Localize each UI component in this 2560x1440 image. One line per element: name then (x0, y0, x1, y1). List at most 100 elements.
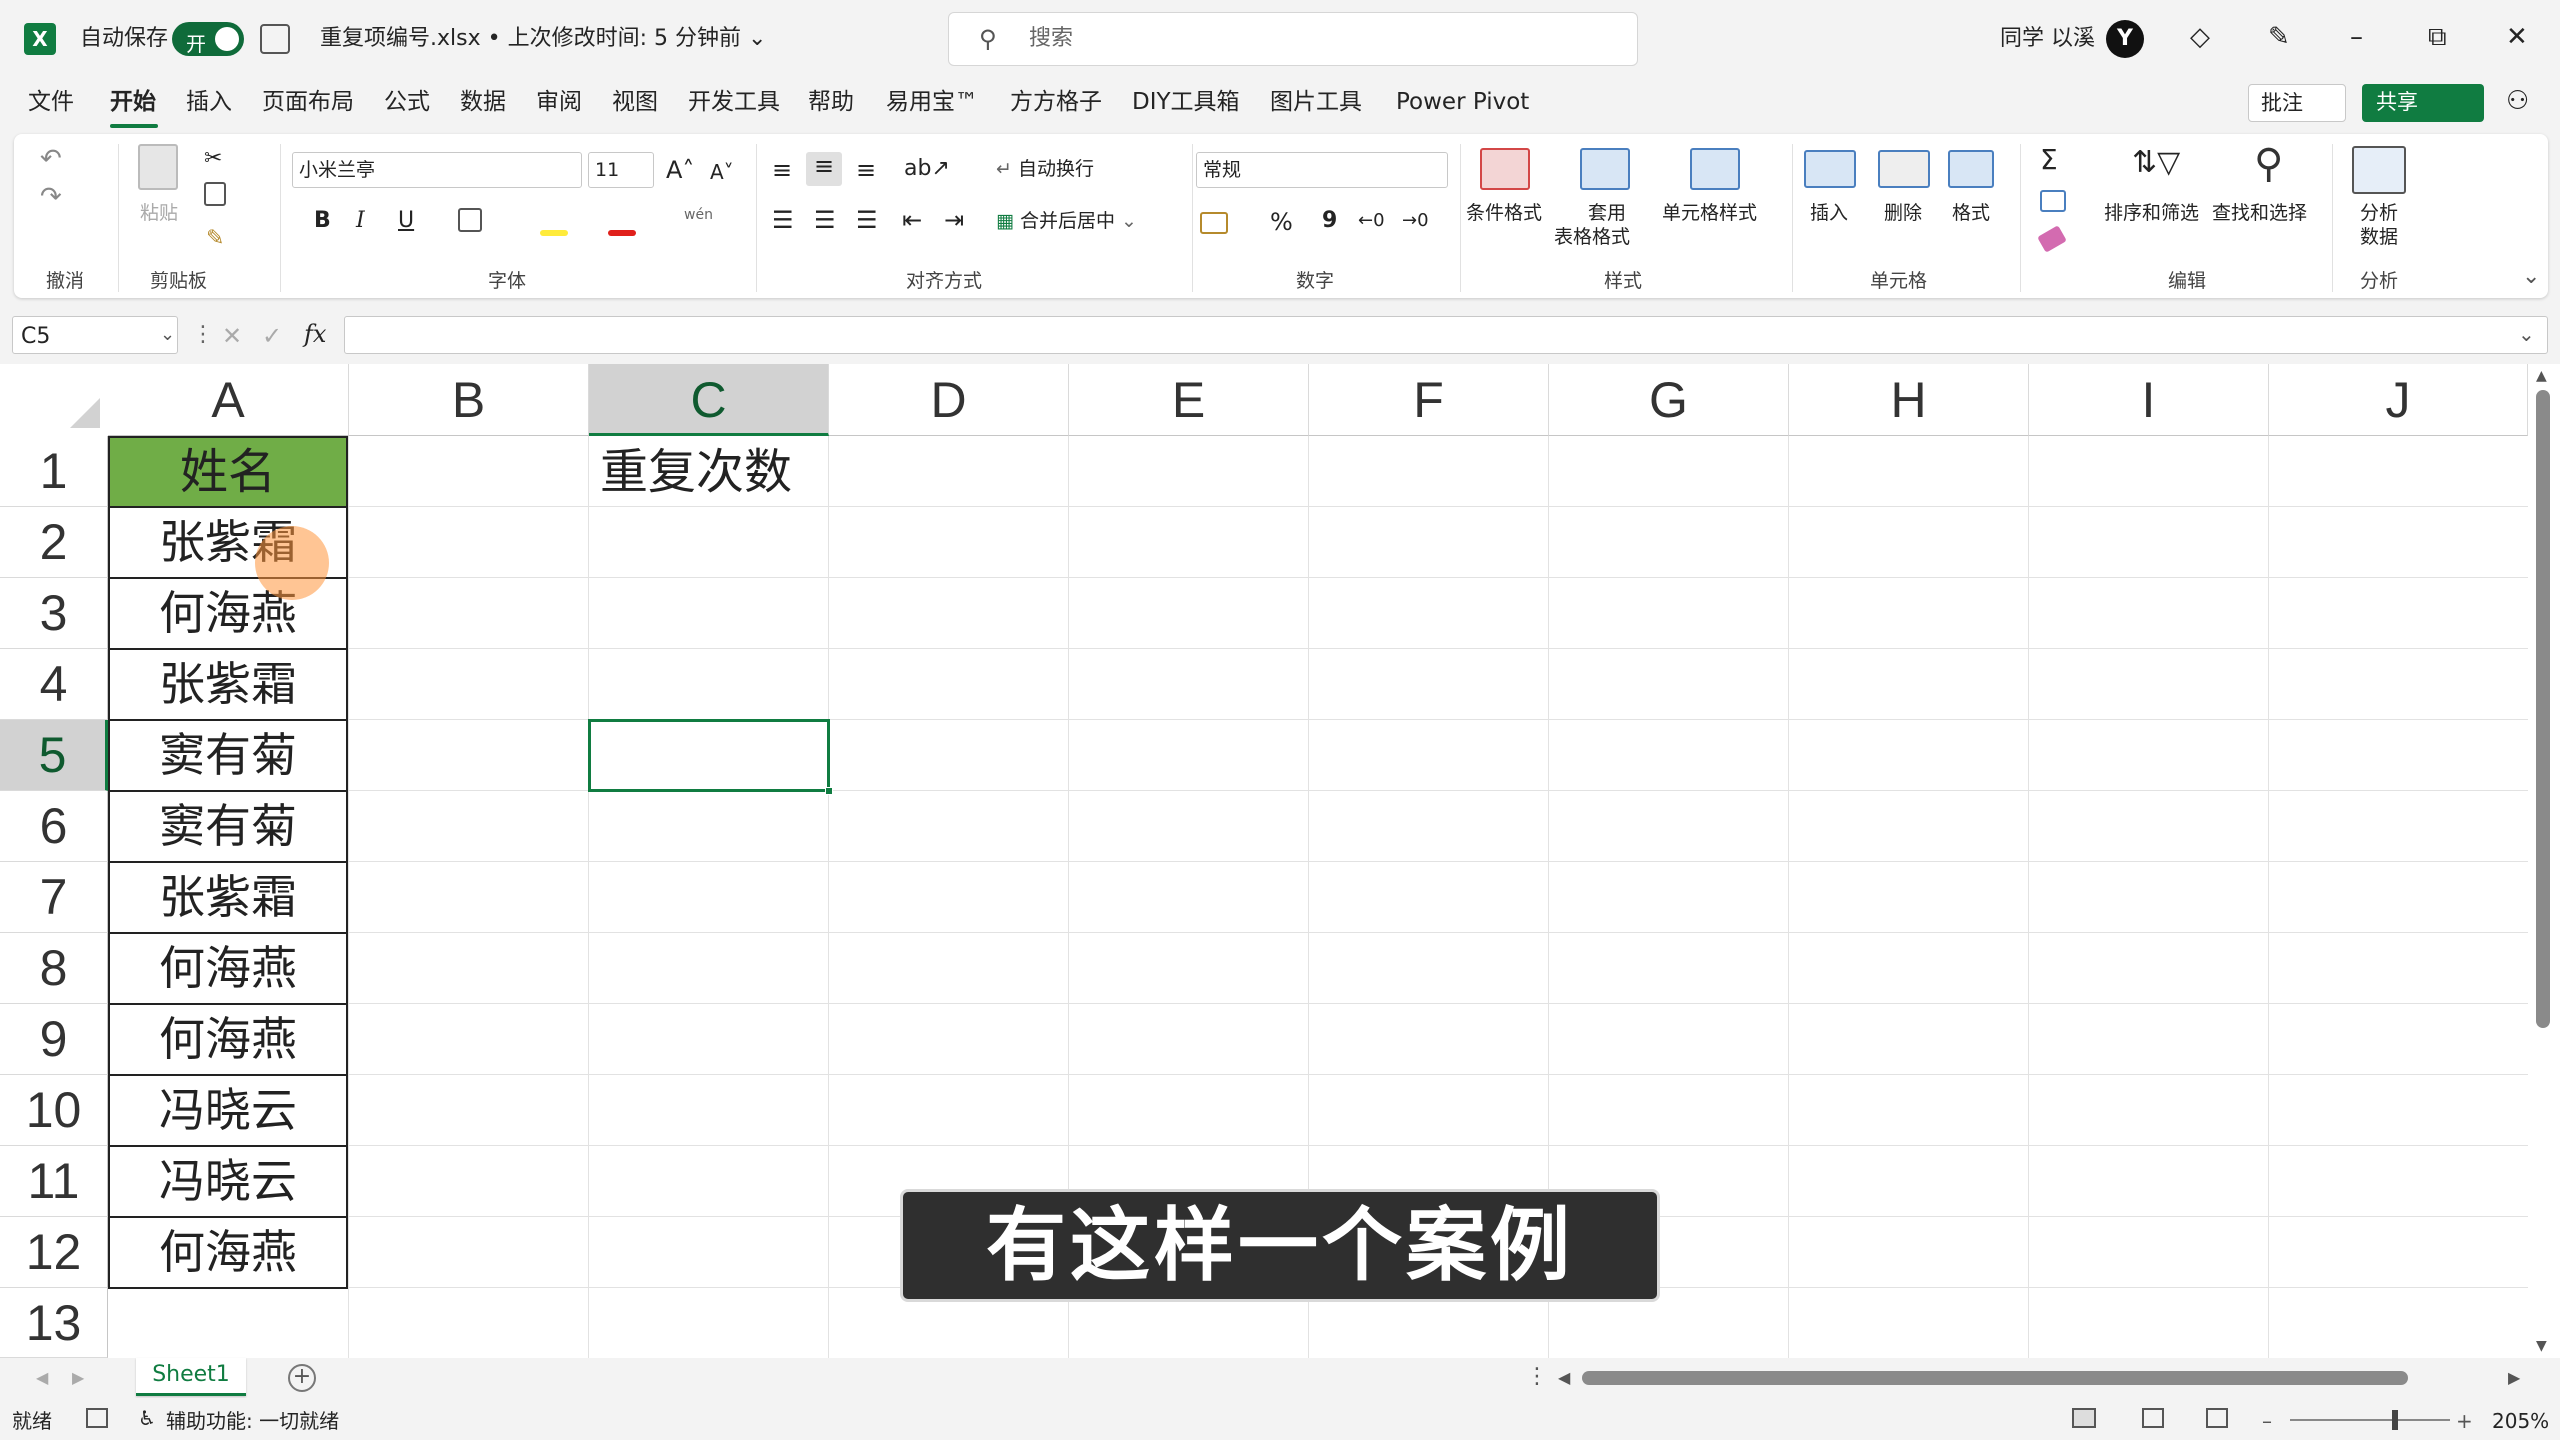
sheet-tab-sheet1[interactable]: Sheet1 (136, 1358, 246, 1396)
decrease-font-icon[interactable]: A˅ (710, 162, 734, 182)
tab-home[interactable]: 开始 (110, 91, 156, 114)
scroll-right-icon[interactable]: ▶ (2508, 1368, 2520, 1387)
row-header-1[interactable]: 1 (0, 436, 108, 507)
find-select-label[interactable]: 查找和选择 (2212, 204, 2307, 223)
find-icon[interactable]: ⚲ (2254, 144, 2283, 184)
column-header-j[interactable]: J (2269, 364, 2528, 436)
row-header-11[interactable]: 11 (0, 1146, 108, 1217)
avatar[interactable]: Y (2106, 20, 2144, 58)
align-bottom-icon[interactable]: ≡ (856, 156, 876, 184)
tab-split-icon[interactable]: ⋮ (1526, 1364, 1548, 1389)
borders-icon[interactable] (458, 208, 482, 232)
sort-filter-label[interactable]: 排序和筛选 (2104, 204, 2199, 223)
accounting-format-icon[interactable] (1200, 212, 1228, 234)
cell-a9[interactable]: 何海燕 (108, 1005, 348, 1076)
restore-button[interactable]: ⧉ (2428, 24, 2447, 50)
more-icon[interactable]: ⋮ (192, 322, 214, 347)
close-button[interactable]: ✕ (2506, 24, 2528, 50)
comments-button[interactable]: 批注 (2248, 84, 2346, 122)
paste-icon[interactable] (138, 144, 178, 190)
diamond-icon[interactable]: ◇ (2190, 24, 2210, 50)
row-header-9[interactable]: 9 (0, 1004, 108, 1075)
fill-handle[interactable] (825, 787, 833, 795)
increase-indent-icon[interactable]: ⇥ (944, 206, 964, 234)
cell-c1[interactable]: 重复次数 (590, 436, 792, 508)
tab-view[interactable]: 视图 (612, 91, 658, 114)
align-left-icon[interactable]: ☰ (772, 206, 794, 234)
tab-diy-toolbox[interactable]: DIY工具箱 (1132, 91, 1240, 114)
autosum-icon[interactable]: Σ (2040, 146, 2058, 174)
tab-file[interactable]: 文件 (28, 91, 74, 114)
column-header-b[interactable]: B (349, 364, 589, 436)
cell-a4[interactable]: 张紫霜 (108, 650, 348, 721)
page-break-view-icon[interactable] (2206, 1408, 2228, 1428)
add-sheet-button[interactable]: + (288, 1364, 316, 1392)
row-header-8[interactable]: 8 (0, 933, 108, 1004)
font-name-select[interactable]: 小米兰亭 (292, 152, 582, 188)
tab-insert[interactable]: 插入 (186, 91, 232, 114)
tab-power-pivot[interactable]: Power Pivot (1396, 91, 1529, 114)
align-center-icon[interactable]: ☰ (814, 206, 836, 234)
search-box[interactable]: ⚲ 搜索 (948, 12, 1638, 66)
collapse-ribbon-icon[interactable]: ⌄ (2522, 266, 2540, 288)
fill-color-icon[interactable] (540, 230, 568, 236)
row-header-3[interactable]: 3 (0, 578, 108, 649)
cell-a6[interactable]: 窦有菊 (108, 792, 348, 863)
next-sheet-icon[interactable]: ▶ (72, 1368, 84, 1387)
save-icon[interactable] (260, 24, 290, 54)
pen-icon[interactable]: ✎ (2268, 24, 2290, 50)
column-header-g[interactable]: G (1549, 364, 1789, 436)
vertical-scrollbar[interactable]: ▲ ▼ (2528, 364, 2560, 1358)
format-cells-icon[interactable] (1948, 150, 1994, 188)
redo-icon[interactable]: ↷ (40, 182, 62, 212)
enter-icon[interactable]: ✓ (262, 322, 282, 350)
column-header-c[interactable]: C (589, 364, 829, 436)
underline-button[interactable]: U (398, 210, 414, 232)
delete-cells-label[interactable]: 删除 (1884, 204, 1922, 223)
increase-decimal-icon[interactable]: ←0 (1358, 212, 1385, 230)
cell-a8[interactable]: 何海燕 (108, 934, 348, 1005)
conditional-format-icon[interactable] (1480, 148, 1530, 190)
undo-icon[interactable]: ↶ (40, 144, 62, 174)
insert-cells-label[interactable]: 插入 (1810, 204, 1848, 223)
accessibility-status[interactable]: 辅助功能: 一切就绪 (166, 1411, 339, 1431)
tab-data[interactable]: 数据 (460, 91, 506, 114)
clear-icon[interactable] (2037, 225, 2067, 253)
sort-filter-icon[interactable]: ⇅▽ (2132, 148, 2180, 178)
column-header-i[interactable]: I (2029, 364, 2269, 436)
tab-fangfanggezi[interactable]: 方方格子 (1010, 91, 1102, 114)
column-header-h[interactable]: H (1789, 364, 2029, 436)
number-format-select[interactable]: 常规 (1196, 152, 1448, 188)
bold-button[interactable]: B (314, 210, 331, 232)
vertical-scroll-thumb[interactable] (2536, 390, 2550, 1028)
format-painter-icon[interactable]: ✎ (206, 226, 224, 251)
copy-icon[interactable] (204, 182, 226, 206)
tab-help[interactable]: 帮助 (808, 91, 854, 114)
zoom-level[interactable]: 205% (2492, 1411, 2549, 1431)
zoom-out-button[interactable]: – (2262, 1411, 2272, 1431)
row-header-6[interactable]: 6 (0, 791, 108, 862)
normal-view-icon[interactable] (2072, 1408, 2096, 1428)
name-box[interactable]: C5 (12, 316, 178, 354)
scroll-down-icon[interactable]: ▼ (2536, 1338, 2547, 1354)
tab-review[interactable]: 审阅 (536, 91, 582, 114)
font-size-select[interactable]: 11 (588, 152, 654, 188)
macro-record-icon[interactable] (86, 1408, 108, 1428)
align-top-icon[interactable]: ≡ (772, 156, 792, 184)
prev-sheet-icon[interactable]: ◀ (36, 1368, 48, 1387)
row-header-4[interactable]: 4 (0, 649, 108, 720)
zoom-slider[interactable] (2290, 1419, 2450, 1421)
increase-font-icon[interactable]: A˄ (666, 158, 694, 182)
percent-button[interactable]: % (1270, 210, 1293, 234)
delete-cells-icon[interactable] (1878, 150, 1930, 188)
row-header-12[interactable]: 12 (0, 1217, 108, 1288)
row-header-5[interactable]: 5 (0, 720, 108, 791)
tab-developer[interactable]: 开发工具 (688, 91, 780, 114)
formula-input[interactable] (344, 316, 2548, 354)
font-color-icon[interactable] (608, 230, 636, 236)
select-all-button[interactable] (0, 364, 108, 436)
row-header-7[interactable]: 7 (0, 862, 108, 933)
tab-page-layout[interactable]: 页面布局 (262, 91, 354, 114)
cell-a10[interactable]: 冯晓云 (108, 1076, 348, 1147)
page-layout-view-icon[interactable] (2142, 1408, 2164, 1428)
